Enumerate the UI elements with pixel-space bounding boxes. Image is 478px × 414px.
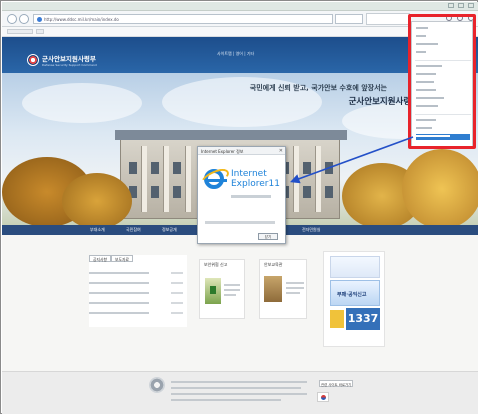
site-icon xyxy=(37,17,42,22)
related-sites-select[interactable]: 관련 사이트 바로가기 xyxy=(319,380,353,387)
maximize-icon[interactable] xyxy=(458,3,464,8)
tab-notices[interactable]: 공지사항 xyxy=(89,255,111,262)
list-item[interactable] xyxy=(89,271,185,277)
favorites-bar xyxy=(2,27,478,37)
list-item[interactable] xyxy=(89,291,185,297)
about-ie-dialog: Internet Explorer 정보 ✕ Internet Explorer… xyxy=(197,146,286,244)
news-panel: 공지사항 보도자료 xyxy=(89,255,187,327)
back-button[interactable] xyxy=(7,14,17,24)
list-item[interactable] xyxy=(89,281,185,287)
hero-slogan-line1: 국민에게 신뢰 받고, 국가안보 수호에 앞장서는 xyxy=(249,84,387,92)
forward-button[interactable] xyxy=(19,14,29,24)
site-logo[interactable]: 군사안보지원사령부 Defense Security Support Comma… xyxy=(27,53,97,67)
banner-title: 보안위협 신고 xyxy=(204,262,228,267)
product-name-line2: Explorer11 xyxy=(231,179,280,189)
window-controls[interactable] xyxy=(448,3,474,8)
tab-press[interactable]: 보도자료 xyxy=(111,255,133,262)
flag-icon xyxy=(317,392,329,402)
report-banner[interactable]: 보안위협 신고 xyxy=(199,259,245,319)
emblem-icon xyxy=(27,54,39,66)
version-text xyxy=(231,195,271,198)
favorite-item[interactable] xyxy=(36,29,44,34)
list-item[interactable] xyxy=(89,301,185,307)
promo-text: 부패·공익신고 xyxy=(337,292,367,298)
menu-item[interactable]: 전자민원실 xyxy=(302,227,320,233)
report-hotline-banner[interactable]: 부패·공익신고 xyxy=(330,280,380,306)
top-links[interactable]: 사이트맵 | 영어 | 기타 xyxy=(217,51,254,57)
highlight-box xyxy=(408,14,476,149)
list-item[interactable] xyxy=(89,311,185,317)
minimize-icon[interactable] xyxy=(448,3,454,8)
window-titlebar xyxy=(2,2,478,11)
logo-name: 군사안보지원사령부 xyxy=(42,55,96,63)
dialog-title: Internet Explorer 정보 xyxy=(198,147,285,155)
education-image xyxy=(264,276,282,302)
menu-item[interactable]: 부대소개 xyxy=(90,227,105,233)
favorite-item[interactable] xyxy=(7,29,33,34)
menu-item[interactable]: 국민참여 xyxy=(126,227,141,233)
banner-title: 안보교육관 xyxy=(264,262,283,267)
close-button[interactable]: 닫기 xyxy=(258,233,278,240)
hotline-number[interactable]: 1337 xyxy=(346,308,380,330)
report-image xyxy=(205,278,221,304)
search-input[interactable] xyxy=(335,14,363,24)
education-banner[interactable]: 안보교육관 xyxy=(259,259,307,319)
address-text: http://www.ddsc.mil.kr/main/index.do xyxy=(44,17,119,22)
address-toolbar: http://www.ddsc.mil.kr/main/index.do xyxy=(2,11,478,27)
promo-icon xyxy=(330,310,344,328)
browser-tab[interactable] xyxy=(366,13,410,25)
phone-banner xyxy=(330,256,380,278)
menu-item[interactable]: 정보공개 xyxy=(162,227,177,233)
logo-subtitle: Defense Security Support Command xyxy=(42,63,97,67)
product-name-line1: Internet xyxy=(231,169,267,179)
close-icon[interactable] xyxy=(468,3,474,8)
address-bar[interactable]: http://www.ddsc.mil.kr/main/index.do xyxy=(33,14,333,24)
browser-window: http://www.ddsc.mil.kr/main/index.do 군사안… xyxy=(0,0,478,414)
footer-emblem-icon xyxy=(149,377,165,393)
copyright-text xyxy=(205,221,275,224)
promo-panel[interactable]: 부패·공익신고 1337 xyxy=(323,251,385,347)
close-icon[interactable]: ✕ xyxy=(279,148,283,154)
